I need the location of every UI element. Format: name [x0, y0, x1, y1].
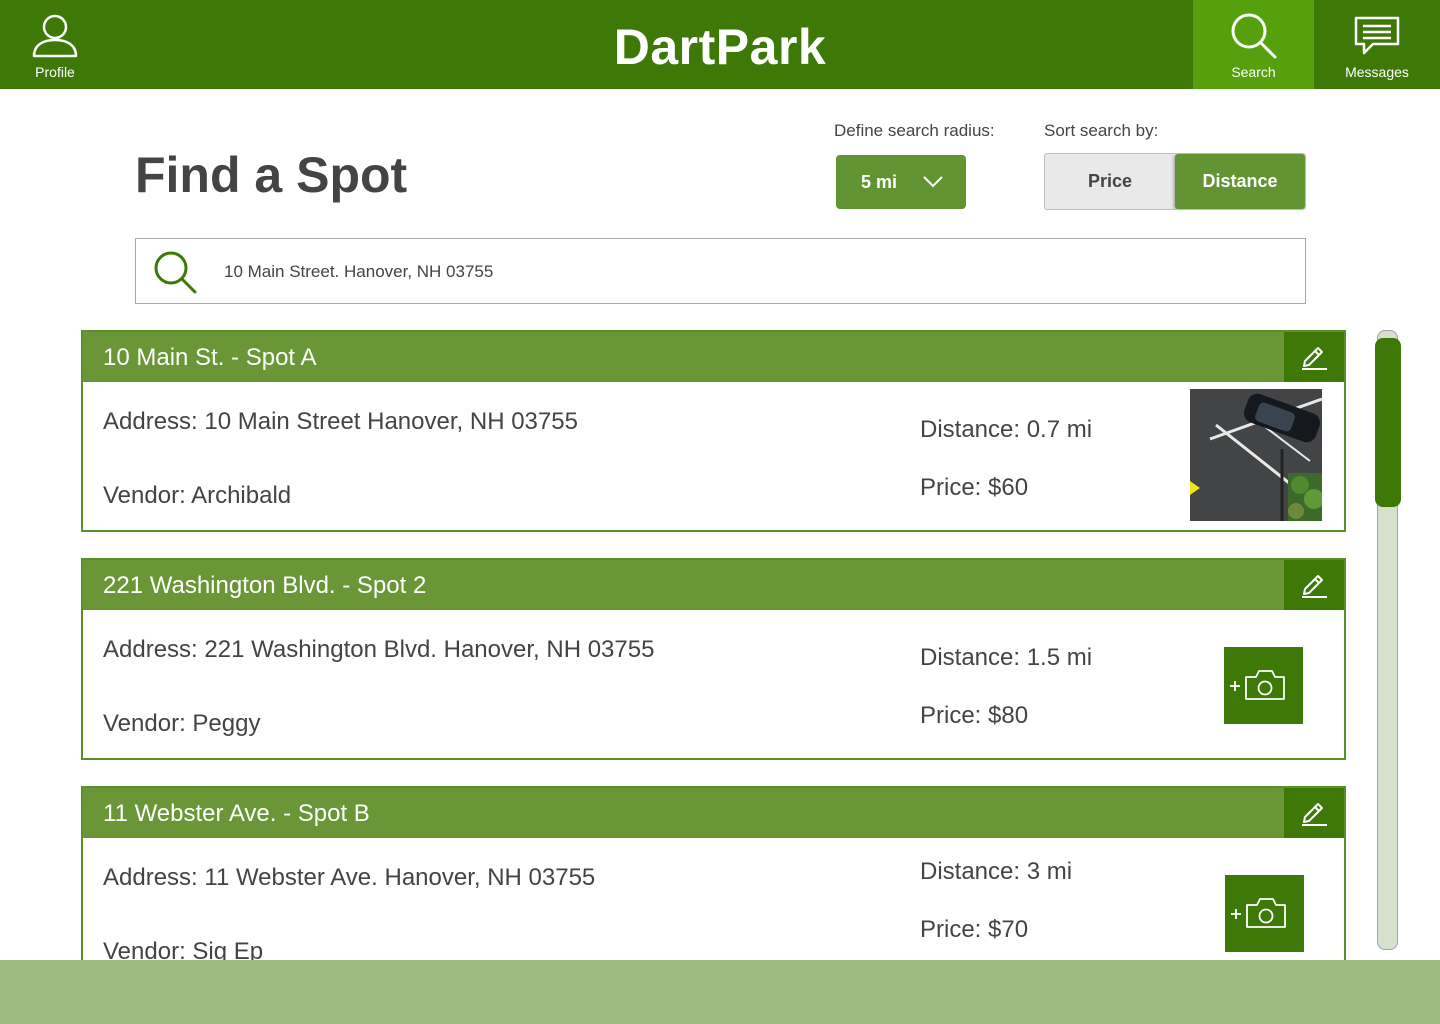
- listing-distance: Distance: 3 mi: [920, 858, 1073, 885]
- parking-lot-photo[interactable]: [1190, 389, 1322, 521]
- radius-dropdown[interactable]: 5 mi: [836, 155, 966, 209]
- page-title: Find a Spot: [135, 147, 408, 203]
- search-bar: [135, 238, 1306, 304]
- edit-button[interactable]: [1284, 332, 1344, 382]
- pencil-icon: [1299, 340, 1329, 375]
- edit-button[interactable]: [1284, 560, 1344, 610]
- nav-search-label: Search: [1231, 64, 1276, 80]
- listing-title: 11 Webster Ave. - Spot B: [103, 800, 370, 827]
- add-photo-button[interactable]: [1224, 647, 1303, 724]
- search-icon: [1229, 12, 1279, 60]
- user-icon: [31, 12, 79, 60]
- chat-icon: [1353, 12, 1401, 60]
- listing-distance: Distance: 1.5 mi: [920, 644, 1093, 671]
- listing-vendor: Vendor: Peggy: [103, 710, 261, 737]
- nav-profile-button[interactable]: Profile: [10, 0, 100, 89]
- add-photo-icon: [1228, 663, 1300, 708]
- listing-price: Price: $70: [920, 916, 1029, 943]
- listing-title: 221 Washington Blvd. - Spot 2: [103, 572, 427, 599]
- nav-search-button[interactable]: Search: [1193, 0, 1314, 89]
- chevron-down-icon: [922, 172, 944, 197]
- sort-label: Sort search by:: [1044, 121, 1159, 140]
- radius-value: 5 mi: [861, 171, 898, 192]
- sort-toggle: Price Distance: [1044, 153, 1306, 210]
- listing-price: Price: $60: [920, 474, 1029, 501]
- sort-price-option[interactable]: Price: [1045, 154, 1175, 209]
- nav-messages-label: Messages: [1345, 64, 1409, 80]
- listing-header: 10 Main St. - Spot A: [83, 332, 1344, 382]
- pencil-icon: [1299, 568, 1329, 603]
- listing-card[interactable]: 10 Main St. - Spot A Address: 10 Main St…: [81, 330, 1346, 532]
- listing-vendor: Vendor: Archibald: [103, 482, 292, 509]
- listing-title: 10 Main St. - Spot A: [103, 344, 317, 371]
- scrollbar-thumb[interactable]: [1375, 338, 1401, 507]
- listing-card[interactable]: 221 Washington Blvd. - Spot 2 Address: 2…: [81, 558, 1346, 760]
- listing-header: 221 Washington Blvd. - Spot 2: [83, 560, 1344, 610]
- add-photo-icon: [1229, 891, 1301, 936]
- listing-distance: Distance: 0.7 mi: [920, 416, 1093, 443]
- listing-address: Address: 221 Washington Blvd. Hanover, N…: [103, 636, 655, 663]
- listing-price: Price: $80: [920, 702, 1029, 729]
- listing-address: Address: 10 Main Street Hanover, NH 0375…: [103, 408, 578, 435]
- listing-address: Address: 11 Webster Ave. Hanover, NH 037…: [103, 864, 596, 891]
- pencil-icon: [1299, 796, 1329, 831]
- add-photo-button[interactable]: [1225, 875, 1304, 952]
- nav-profile-label: Profile: [35, 64, 75, 80]
- bottom-bar: [0, 960, 1440, 1024]
- nav-messages-button[interactable]: Messages: [1322, 0, 1432, 89]
- radius-label: Define search radius:: [834, 121, 995, 140]
- edit-button[interactable]: [1284, 788, 1344, 838]
- search-icon: [152, 249, 198, 300]
- listing-card[interactable]: 11 Webster Ave. - Spot B Address: 11 Web…: [81, 786, 1346, 988]
- listing-header: 11 Webster Ave. - Spot B: [83, 788, 1344, 838]
- top-nav-bar: DartPark Profile Search Messages: [0, 0, 1440, 89]
- sort-distance-option[interactable]: Distance: [1175, 154, 1305, 209]
- search-input[interactable]: [224, 257, 1284, 287]
